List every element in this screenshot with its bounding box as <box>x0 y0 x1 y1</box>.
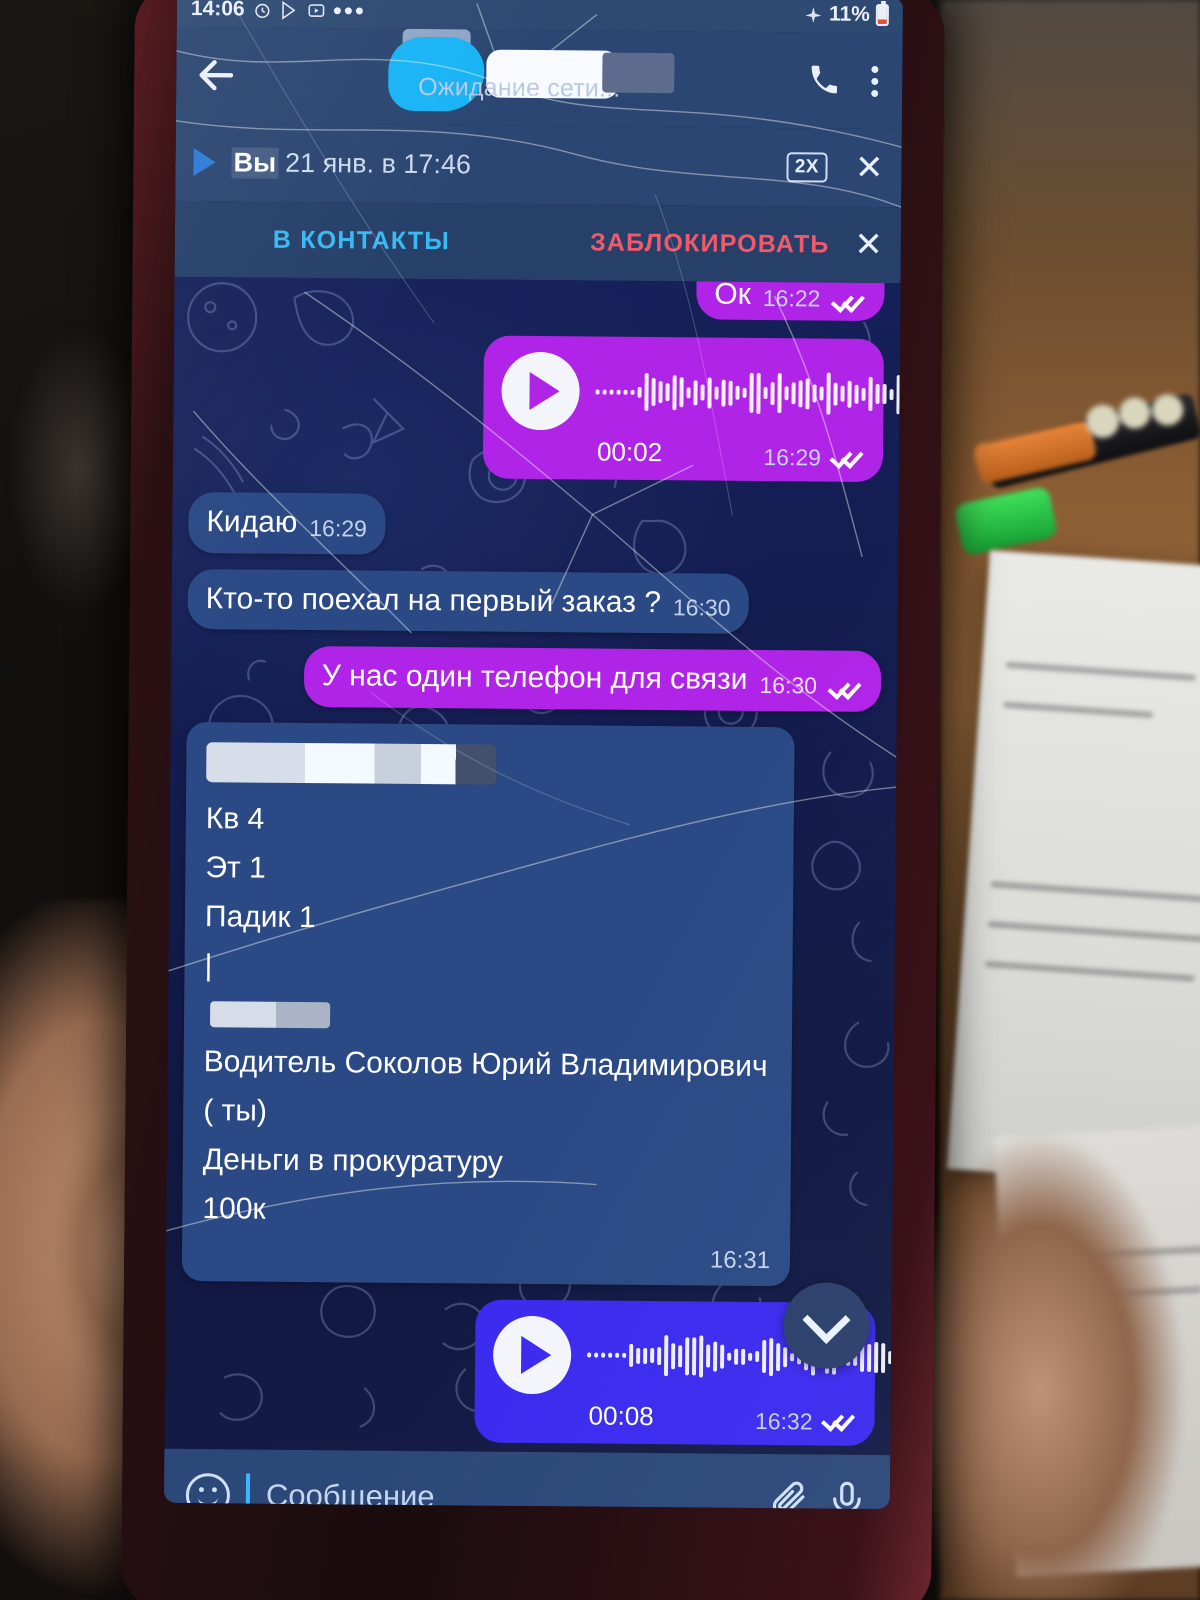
more-dots-icon <box>333 6 363 14</box>
status-bar-clock: 14:06 <box>190 0 245 21</box>
voice-message-bubble[interactable]: 00:02 16:29 <box>482 335 901 483</box>
unknown-contact-action-row: В КОНТАКТЫ ЗАБЛОКИРОВАТЬ ✕ <box>174 200 902 284</box>
battery-percent-label: 11% <box>828 2 870 26</box>
message-time: 16:30 <box>759 671 818 699</box>
message-time: 16:31 <box>709 1246 771 1275</box>
address-line: Кв 4 <box>205 801 265 836</box>
read-receipt-icon <box>831 448 865 468</box>
address-line-redacted: | <box>204 949 213 983</box>
message-time: 16:22 <box>762 284 821 312</box>
smiley-icon[interactable] <box>185 1472 231 1510</box>
message-input-bar[interactable]: Сообщение <box>163 1448 891 1510</box>
chevron-down-icon <box>802 1295 851 1344</box>
voice-play-button[interactable] <box>501 351 580 431</box>
message-time: 16:30 <box>672 594 731 621</box>
chat-title-area[interactable]: Ожидание сети... <box>238 27 808 128</box>
video-icon <box>308 3 325 17</box>
player-date: 21 янв. в 17:46 <box>284 147 472 179</box>
add-to-contacts-button[interactable]: В КОНТАКТЫ <box>273 225 450 256</box>
message-text: У нас один телефон для связи <box>321 659 748 697</box>
dismiss-action-row-icon[interactable]: ✕ <box>854 225 883 265</box>
address-line: Водитель Соколов Юрий Владимирович <box>203 1044 768 1083</box>
message-row: У нас один телефон для связи 16:30 <box>187 645 882 712</box>
airplane-mode-icon <box>805 6 822 23</box>
playback-speed-button[interactable]: 2X <box>786 152 828 183</box>
read-receipt-icon <box>829 679 863 699</box>
paperclip-icon[interactable] <box>768 1477 810 1510</box>
address-redaction-2 <box>210 1000 331 1028</box>
voice-play-button[interactable] <box>492 1315 572 1394</box>
phone-device: 14:06 11% Ожидание сети... Вы 21 янв. в … <box>120 0 946 1600</box>
message-text: Кидаю <box>206 505 298 539</box>
phone-call-icon[interactable] <box>807 63 841 97</box>
phone-screen: 14:06 11% Ожидание сети... Вы 21 янв. в … <box>163 0 904 1510</box>
message-time: 16:32 <box>754 1407 813 1435</box>
address-line: 100к <box>202 1192 266 1226</box>
play-store-icon <box>281 0 296 20</box>
message-row: 00:02 16:29 <box>189 333 901 483</box>
message-row: Кидаю 16:29 <box>188 491 883 559</box>
message-row: Кв 4 Эт 1 Падик 1 | Водитель Соколов Юри… <box>181 721 881 1287</box>
overflow-menu-icon[interactable] <box>871 65 879 97</box>
message-bubble[interactable]: У нас один телефон для связи 16:30 <box>303 646 882 712</box>
address-line: Деньги в прокуратуру <box>202 1143 504 1179</box>
voice-player-bar[interactable]: Вы 21 янв. в 17:46 2X ✕ <box>175 122 902 208</box>
message-text: Ок <box>714 277 752 311</box>
message-list[interactable]: Ок 16:22 00:02 16:29 Кидаю 16:29 Кто-то … <box>164 276 901 1456</box>
back-arrow-icon[interactable] <box>194 53 238 97</box>
microphone-icon[interactable] <box>826 1478 868 1510</box>
message-text: Кто-то поехал на первый заказ ? <box>205 581 662 619</box>
read-receipt-icon <box>822 1412 856 1432</box>
message-time: 16:29 <box>763 443 822 471</box>
message-bubble[interactable]: Кидаю 16:29 <box>188 491 386 555</box>
fingers-right <box>930 1130 1200 1600</box>
address-line: Падик 1 <box>204 900 316 935</box>
block-contact-button[interactable]: ЗАБЛОКИРОВАТЬ <box>590 228 830 259</box>
player-play-icon[interactable] <box>193 148 216 177</box>
read-receipt-icon <box>832 293 866 313</box>
address-message-bubble[interactable]: Кв 4 Эт 1 Падик 1 | Водитель Соколов Юри… <box>181 721 795 1286</box>
scroll-to-bottom-button[interactable] <box>783 1282 870 1369</box>
message-bubble[interactable]: Кто-то поехал на первый заказ ? 16:30 <box>187 568 749 635</box>
battery-icon <box>875 3 889 27</box>
chat-header: Ожидание сети... <box>175 26 903 130</box>
desk-paper-sheet-1 <box>946 550 1200 1190</box>
waveform[interactable] <box>595 369 901 418</box>
player-close-icon[interactable]: ✕ <box>855 149 884 187</box>
message-time: 16:29 <box>309 514 367 542</box>
alarm-icon <box>254 3 270 18</box>
player-sender: Вы <box>231 146 279 179</box>
address-line: ( ты) <box>203 1093 268 1128</box>
message-bubble-clipped[interactable]: Ок 16:22 <box>696 276 885 322</box>
message-row: 00:08 16:32 <box>180 1296 900 1446</box>
connection-status: Ожидание сети... <box>418 72 621 103</box>
text-cursor <box>245 1473 251 1510</box>
address-line: Эт 1 <box>205 851 266 885</box>
address-redaction-1 <box>206 741 497 785</box>
photo-of-phone-scene: 14:06 11% Ожидание сети... Вы 21 янв. в … <box>0 0 1200 1600</box>
message-input[interactable]: Сообщение <box>266 1478 752 1509</box>
message-row: Кто-то поехал на первый заказ ? 16:30 <box>187 568 882 636</box>
